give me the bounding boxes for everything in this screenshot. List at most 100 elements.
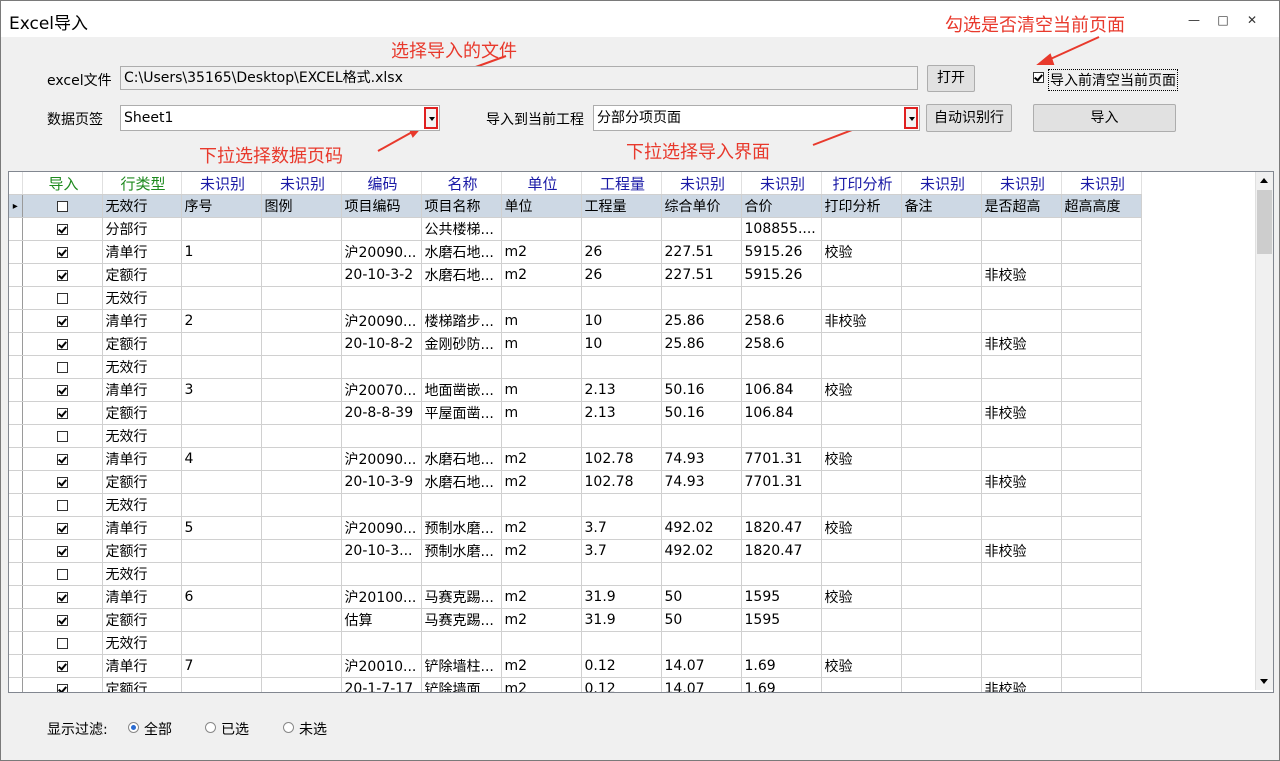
grid-cell[interactable]: 非校验: [981, 401, 1062, 425]
column-header[interactable]: 未识别: [661, 172, 742, 195]
grid-cell[interactable]: [581, 424, 662, 448]
grid-cell[interactable]: [261, 332, 342, 356]
grid-cell[interactable]: 非校验: [981, 263, 1062, 287]
row-checkbox-cell[interactable]: [22, 424, 103, 448]
row-selector[interactable]: [9, 608, 23, 632]
grid-cell[interactable]: [581, 217, 662, 241]
row-checkbox-cell[interactable]: [22, 355, 103, 379]
grid-cell[interactable]: [741, 286, 822, 310]
grid-cell[interactable]: [661, 562, 742, 586]
row-checkbox[interactable]: [56, 453, 68, 465]
grid-cell[interactable]: 非校验: [981, 332, 1062, 356]
row-checkbox-cell[interactable]: [22, 332, 103, 356]
grid-cell[interactable]: 沪20070...: [341, 378, 422, 402]
grid-cell[interactable]: [261, 585, 342, 609]
grid-cell[interactable]: 清单行: [102, 654, 182, 678]
filter-radio-selected[interactable]: [205, 722, 216, 733]
grid-cell[interactable]: m2: [501, 470, 582, 494]
grid-cell[interactable]: [1061, 631, 1142, 655]
grid-cell[interactable]: [341, 286, 422, 310]
grid-cell[interactable]: 水磨石地...: [421, 447, 502, 471]
grid-cell[interactable]: [261, 217, 342, 241]
grid-cell[interactable]: 无效行: [102, 194, 182, 218]
grid-cell[interactable]: 无效行: [102, 286, 182, 310]
grid-cell[interactable]: [1061, 585, 1142, 609]
table-row[interactable]: 定额行 20-8-8-39 平屋面凿... m 2.13 50.16 106.84 非校验: [9, 401, 1142, 425]
grid-cell[interactable]: [1061, 378, 1142, 402]
grid-cell[interactable]: 打印分析: [821, 194, 902, 218]
table-row[interactable]: 无效行: [9, 424, 1142, 448]
row-checkbox[interactable]: [56, 499, 68, 511]
grid-cell[interactable]: 14.07: [661, 654, 742, 678]
column-header[interactable]: 未识别: [901, 172, 982, 195]
row-checkbox[interactable]: [56, 292, 68, 304]
row-checkbox[interactable]: [56, 522, 68, 534]
grid-cell[interactable]: m: [501, 401, 582, 425]
grid-cell[interactable]: [501, 424, 582, 448]
grid-cell[interactable]: 6: [181, 585, 262, 609]
grid-cell[interactable]: [181, 677, 262, 692]
grid-cell[interactable]: 定额行: [102, 470, 182, 494]
row-checkbox[interactable]: [56, 591, 68, 603]
grid-cell[interactable]: [261, 263, 342, 287]
grid-cell[interactable]: 108855....: [741, 217, 822, 241]
grid-cell[interactable]: 50.16: [661, 378, 742, 402]
grid-cell[interactable]: 非校验: [821, 309, 902, 333]
grid-cell[interactable]: 31.9: [581, 608, 662, 632]
grid-cell[interactable]: m: [501, 332, 582, 356]
grid-cell[interactable]: 综合单价: [661, 194, 742, 218]
grid-cell[interactable]: 492.02: [661, 539, 742, 563]
filter-radio-unselected[interactable]: [283, 722, 294, 733]
grid-cell[interactable]: 0.12: [581, 654, 662, 678]
row-selector[interactable]: [9, 493, 23, 517]
grid-cell[interactable]: 定额行: [102, 263, 182, 287]
grid-cell[interactable]: m2: [501, 240, 582, 264]
grid-cell[interactable]: [1061, 286, 1142, 310]
grid-cell[interactable]: 清单行: [102, 309, 182, 333]
grid-cell[interactable]: 校验: [821, 585, 902, 609]
row-checkbox[interactable]: [56, 361, 68, 373]
grid-cell[interactable]: [901, 470, 982, 494]
grid-vertical-scrollbar[interactable]: [1255, 172, 1273, 690]
grid-cell[interactable]: [1061, 562, 1142, 586]
grid-cell[interactable]: m2: [501, 263, 582, 287]
grid-cell[interactable]: 马赛克踢...: [421, 608, 502, 632]
grid-cell[interactable]: [181, 631, 262, 655]
grid-cell[interactable]: 1595: [741, 585, 822, 609]
grid-cell[interactable]: 非校验: [981, 539, 1062, 563]
grid-cell[interactable]: 31.9: [581, 585, 662, 609]
row-selector[interactable]: [9, 286, 23, 310]
grid-cell[interactable]: 106.84: [741, 378, 822, 402]
grid-cell[interactable]: [1061, 516, 1142, 540]
grid-cell[interactable]: [821, 493, 902, 517]
grid-cell[interactable]: 非校验: [981, 677, 1062, 692]
row-checkbox-cell[interactable]: [22, 263, 103, 287]
table-row[interactable]: 定额行 20-10-3-9 水磨石地... m2 102.78 74.93 7701.31 非…: [9, 470, 1142, 494]
grid-cell[interactable]: [821, 562, 902, 586]
column-header[interactable]: 单位: [501, 172, 582, 195]
column-header[interactable]: 未识别: [981, 172, 1062, 195]
open-button[interactable]: 打开: [927, 65, 975, 92]
grid-cell[interactable]: 25.86: [661, 309, 742, 333]
table-row[interactable]: 无效行: [9, 355, 1142, 379]
row-selector[interactable]: [9, 470, 23, 494]
import-button[interactable]: 导入: [1033, 104, 1176, 132]
grid-cell[interactable]: 估算: [341, 608, 422, 632]
grid-cell[interactable]: [421, 562, 502, 586]
grid-cell[interactable]: [901, 539, 982, 563]
grid-cell[interactable]: 沪20090...: [341, 240, 422, 264]
grid-cell[interactable]: [821, 217, 902, 241]
grid-cell[interactable]: [181, 562, 262, 586]
column-header[interactable]: 工程量: [581, 172, 662, 195]
table-row[interactable]: 清单行 2 沪20090... 楼梯踏步... m 10 25.86 258.6 非校验: [9, 309, 1142, 333]
grid-cell[interactable]: 无效行: [102, 562, 182, 586]
grid-cell[interactable]: 定额行: [102, 539, 182, 563]
grid-cell[interactable]: 无效行: [102, 424, 182, 448]
grid-cell[interactable]: 地面凿嵌...: [421, 378, 502, 402]
row-checkbox[interactable]: [56, 660, 68, 672]
grid-cell[interactable]: 74.93: [661, 447, 742, 471]
row-checkbox[interactable]: [56, 338, 68, 350]
filter-radio-all[interactable]: [128, 722, 139, 733]
grid-cell[interactable]: [741, 493, 822, 517]
grid-cell[interactable]: [901, 562, 982, 586]
